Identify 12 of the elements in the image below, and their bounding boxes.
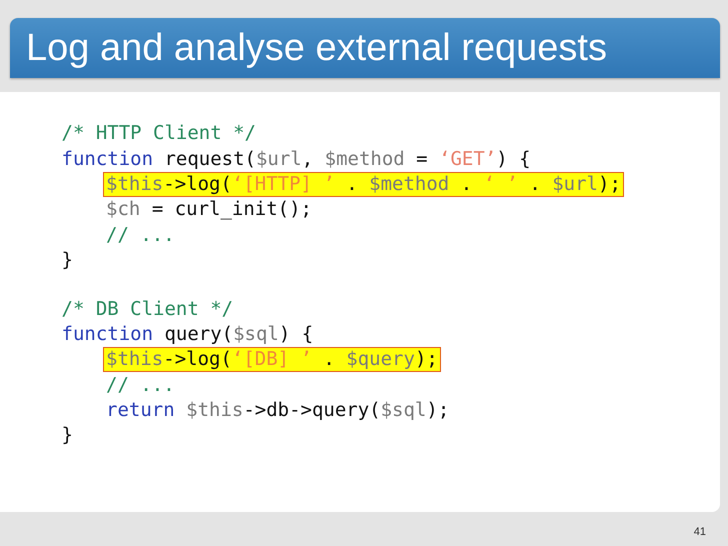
code-line: return $this->db->query($sql); xyxy=(105,398,450,424)
code-line: function query($sql) { xyxy=(60,322,314,347)
code-line: /* DB Client */ xyxy=(60,296,234,322)
code-line: // ... xyxy=(105,222,176,248)
page-number: 41 xyxy=(694,526,706,538)
slide-title: Log and analyse external requests xyxy=(26,26,607,70)
code-line: // ... xyxy=(105,372,176,398)
code-line: } xyxy=(60,423,74,448)
code-line: /* HTTP Client */ xyxy=(60,121,257,146)
code-line: } xyxy=(60,248,74,274)
code-line: $ch = curl_init(); xyxy=(105,197,313,222)
code-line: function request($url, $method = ‘GET’) { xyxy=(60,146,532,172)
